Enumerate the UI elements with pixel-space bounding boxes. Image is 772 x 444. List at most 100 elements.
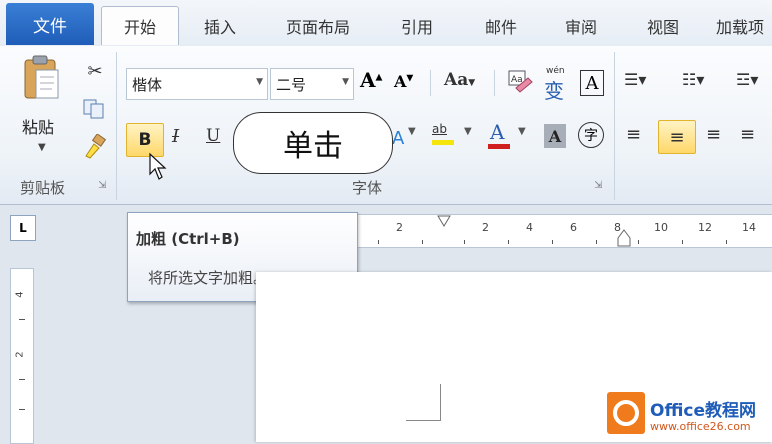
font-name-value: 楷体 <box>132 76 163 94</box>
font-group-label: 字体 <box>352 179 383 197</box>
ruler-tick <box>596 240 597 244</box>
tab-selector-button[interactable]: L <box>10 215 36 241</box>
tab-mailings[interactable]: 邮件 <box>470 8 532 44</box>
tooltip-description: 将所选文字加粗。 <box>148 269 269 287</box>
click-callout: 单击 <box>233 112 393 174</box>
ruler-label: 14 <box>742 221 756 234</box>
ruler-tick <box>19 409 25 410</box>
cut-icon[interactable]: ✂ <box>84 60 106 82</box>
watermark-brand: Office教程网 <box>650 401 757 421</box>
ruler-label: 10 <box>654 221 668 234</box>
chevron-down-icon: ▼ <box>342 77 349 87</box>
ruler-tick <box>464 240 465 244</box>
ribbon-tab-bar: 文件 开始 插入 页面布局 引用 邮件 审阅 视图 加载项 <box>0 0 772 47</box>
tab-addins[interactable]: 加载项 <box>716 8 772 44</box>
clipboard-icon <box>24 55 59 99</box>
bold-icon: B <box>138 130 152 150</box>
chevron-down-icon[interactable]: ▼ <box>464 126 472 137</box>
shrink-font-icon: A <box>394 72 407 91</box>
enclose-characters-button[interactable]: 字 <box>578 122 604 148</box>
font-color-button[interactable]: A <box>488 120 512 150</box>
ruler-label: 2 <box>14 351 26 358</box>
grow-font-button[interactable]: A▲ <box>360 68 384 96</box>
font-size-value: 二号 <box>276 76 307 94</box>
character-border-button[interactable]: A <box>580 70 604 96</box>
ruler-label: 12 <box>698 221 712 234</box>
watermark-url: www.office26.com <box>650 420 751 433</box>
character-shading-button[interactable]: A <box>544 124 566 148</box>
ruler-tick <box>638 240 639 244</box>
paste-dropdown-arrow-icon[interactable]: ▼ <box>38 142 46 153</box>
enclose-characters-icon: 字 <box>584 128 598 144</box>
highlight-icon: ab <box>432 122 447 136</box>
group-separator <box>614 52 615 200</box>
numbering-icon[interactable]: ☷▾ <box>682 70 704 89</box>
font-color-icon: A <box>490 120 505 144</box>
text-effects-icon[interactable]: A <box>392 128 404 149</box>
tab-stop-icon: L <box>19 221 27 235</box>
tab-references[interactable]: 引用 <box>386 8 448 44</box>
first-line-indent-marker-icon[interactable] <box>436 214 452 232</box>
align-right-icon[interactable]: ≡ <box>706 124 721 145</box>
font-size-dropdown[interactable]: 二号 ▼ <box>270 68 354 100</box>
ruler-tick <box>682 240 683 244</box>
tab-review[interactable]: 审阅 <box>550 8 612 44</box>
tab-file[interactable]: 文件 <box>6 3 94 45</box>
phonetic-guide-button[interactable]: wén 变 <box>542 66 570 103</box>
ruler-label: 4 <box>526 221 533 234</box>
office-logo-icon <box>607 392 645 434</box>
ruler-tick <box>508 240 509 244</box>
vertical-ruler[interactable]: 4 2 <box>10 268 34 444</box>
phonetic-guide-icon: 变 <box>544 79 564 103</box>
tab-home[interactable]: 开始 <box>101 6 179 45</box>
italic-button[interactable]: I <box>172 126 179 147</box>
bullets-icon[interactable]: ☰▾ <box>624 70 646 89</box>
underline-button[interactable]: U <box>206 126 220 146</box>
font-name-dropdown[interactable]: 楷体 ▼ <box>126 68 268 100</box>
chevron-down-icon[interactable]: ▼ <box>518 126 526 137</box>
character-shading-icon: A <box>548 126 562 146</box>
ruler-tick <box>422 240 423 244</box>
grow-font-icon: A <box>360 68 376 92</box>
clear-formatting-icon[interactable]: Aa <box>506 68 534 96</box>
underline-icon: U <box>206 126 221 146</box>
clipboard-launcher-icon[interactable]: ⇲ <box>98 180 106 191</box>
change-case-button[interactable]: Aa▼ <box>444 70 475 90</box>
multilevel-list-icon[interactable]: ☲▾ <box>736 70 758 89</box>
right-indent-marker-icon[interactable] <box>616 228 632 248</box>
change-case-icon: Aa <box>444 70 469 90</box>
horizontal-ruler[interactable]: 2 2 4 6 8 10 12 14 <box>356 214 772 248</box>
chevron-down-icon[interactable]: ▼ <box>408 126 416 137</box>
ruler-tick <box>19 319 25 320</box>
mouse-pointer-icon <box>149 152 167 180</box>
justify-icon[interactable]: ≡ <box>740 124 755 145</box>
ruler-label: 2 <box>482 221 489 234</box>
format-painter-icon[interactable] <box>82 134 108 160</box>
ruler-tick <box>552 240 553 244</box>
chevron-down-icon: ▼ <box>256 77 263 87</box>
tab-page-layout[interactable]: 页面布局 <box>270 8 366 44</box>
copy-icon[interactable] <box>82 98 106 120</box>
shrink-font-button[interactable]: A▼ <box>394 72 418 100</box>
ruler-tick <box>378 240 379 244</box>
italic-icon: I <box>172 126 180 147</box>
ruler-label: 6 <box>570 221 577 234</box>
font-color-bar <box>488 144 510 149</box>
align-left-icon[interactable]: ≡ <box>626 124 641 145</box>
text-highlight-button[interactable]: ab <box>430 120 460 150</box>
paste-label: 粘贴 <box>22 118 55 137</box>
separator <box>430 70 431 96</box>
ruler-tick <box>19 379 25 380</box>
separator <box>494 70 495 96</box>
ruler-label: 2 <box>396 221 403 234</box>
ruler-tick <box>726 240 727 244</box>
font-launcher-icon[interactable]: ⇲ <box>594 180 602 191</box>
align-center-icon[interactable]: ≡ <box>658 120 696 154</box>
paste-button[interactable]: 粘贴 ▼ <box>18 52 74 153</box>
tooltip-title: 加粗 (Ctrl+B) <box>136 230 240 248</box>
highlight-color-bar <box>432 140 454 145</box>
tab-view[interactable]: 视图 <box>632 8 694 44</box>
group-separator <box>116 52 117 200</box>
ruler-label: 4 <box>14 291 26 298</box>
tab-insert[interactable]: 插入 <box>186 8 254 44</box>
